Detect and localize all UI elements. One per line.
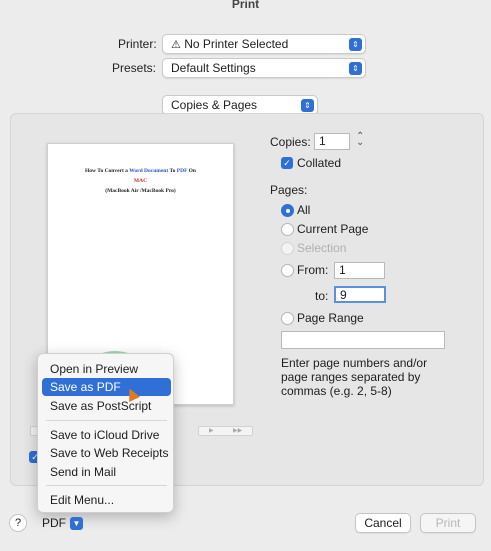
page-range-input[interactable] bbox=[281, 331, 445, 349]
radio-selection bbox=[281, 242, 294, 255]
warning-icon: ⚠ bbox=[171, 39, 181, 51]
copies-input[interactable]: 1 bbox=[314, 133, 350, 150]
radio-current-label: Current Page bbox=[297, 222, 369, 236]
popup-arrows-icon: ⇕ bbox=[301, 99, 314, 112]
from-input[interactable]: 1 bbox=[334, 262, 385, 279]
preview-text: On bbox=[187, 168, 196, 174]
next-page-button[interactable]: ▶ bbox=[209, 427, 214, 435]
printer-label: Printer: bbox=[118, 37, 157, 51]
to-input[interactable]: 9 bbox=[334, 286, 386, 303]
preview-line-2: MAC bbox=[133, 178, 148, 184]
printer-value: No Printer Selected bbox=[184, 37, 289, 51]
preview-text: How To Convert a bbox=[85, 168, 130, 174]
radio-selection-label: Selection bbox=[297, 241, 347, 255]
from-label: From: bbox=[297, 263, 329, 277]
preview-line-3: (MacBook Air /MacBook Pro) bbox=[105, 188, 176, 194]
pages-label: Pages: bbox=[270, 183, 308, 197]
last-page-button[interactable]: ▶▶ bbox=[233, 427, 242, 435]
preview-text: PDF bbox=[176, 168, 188, 174]
page-nav: ▶ ▶▶ bbox=[198, 426, 253, 436]
pdf-menu: Open in Preview Save as PDF Save as Post… bbox=[37, 353, 174, 513]
preview-text: To bbox=[168, 168, 177, 174]
page-range-label: Page Range bbox=[297, 311, 364, 325]
radio-from[interactable] bbox=[281, 264, 294, 277]
popup-arrows-icon: ⇕ bbox=[349, 38, 362, 51]
menu-edit-menu[interactable]: Edit Menu... bbox=[42, 491, 171, 509]
section-value: Copies & Pages bbox=[171, 98, 258, 112]
menu-send-in-mail[interactable]: Send in Mail bbox=[42, 463, 171, 481]
menu-save-as-postscript[interactable]: Save as PostScript bbox=[42, 397, 171, 415]
collated-checkbox[interactable]: ✓ bbox=[281, 157, 293, 169]
page-range-hint: Enter page numbers and/or page ranges se… bbox=[281, 356, 428, 398]
cancel-button[interactable]: Cancel bbox=[355, 513, 411, 533]
to-label: to: bbox=[315, 289, 329, 303]
radio-all[interactable] bbox=[281, 204, 294, 217]
presets-popup[interactable]: Default Settings ⇕ bbox=[162, 58, 366, 78]
print-button[interactable]: Print bbox=[420, 513, 476, 533]
copies-label: Copies: bbox=[270, 135, 311, 149]
presets-value: Default Settings bbox=[171, 61, 256, 75]
printer-popup[interactable]: ⚠ No Printer Selected ⇕ bbox=[162, 34, 366, 54]
menu-save-to-web-receipts[interactable]: Save to Web Receipts bbox=[42, 444, 171, 462]
menu-open-in-preview[interactable]: Open in Preview bbox=[42, 360, 171, 378]
preview-line-1: How To Convert a Word Document To PDF On bbox=[48, 166, 233, 176]
preview-text: Word Document bbox=[129, 168, 169, 174]
menu-separator bbox=[46, 420, 167, 421]
stepper-down-icon[interactable]: ⌄ bbox=[356, 137, 364, 148]
radio-all-label: All bbox=[297, 203, 311, 217]
chevron-down-icon: ▼ bbox=[70, 517, 83, 530]
radio-page-range[interactable] bbox=[281, 312, 294, 325]
pdf-menu-button[interactable]: PDF ▼ bbox=[36, 514, 84, 532]
presets-label: Presets: bbox=[112, 61, 157, 75]
menu-save-as-pdf[interactable]: Save as PDF bbox=[42, 378, 171, 396]
collated-label: Collated bbox=[297, 156, 342, 170]
help-button[interactable]: ? bbox=[9, 514, 27, 532]
popup-arrows-icon: ⇕ bbox=[349, 62, 362, 75]
pdf-button-label: PDF bbox=[42, 516, 66, 530]
menu-separator bbox=[46, 485, 167, 486]
section-popup[interactable]: Copies & Pages ⇕ bbox=[162, 95, 318, 115]
menu-save-to-icloud[interactable]: Save to iCloud Drive bbox=[42, 426, 171, 444]
radio-current-page[interactable] bbox=[281, 223, 294, 236]
window-title: Print bbox=[231, 0, 260, 11]
